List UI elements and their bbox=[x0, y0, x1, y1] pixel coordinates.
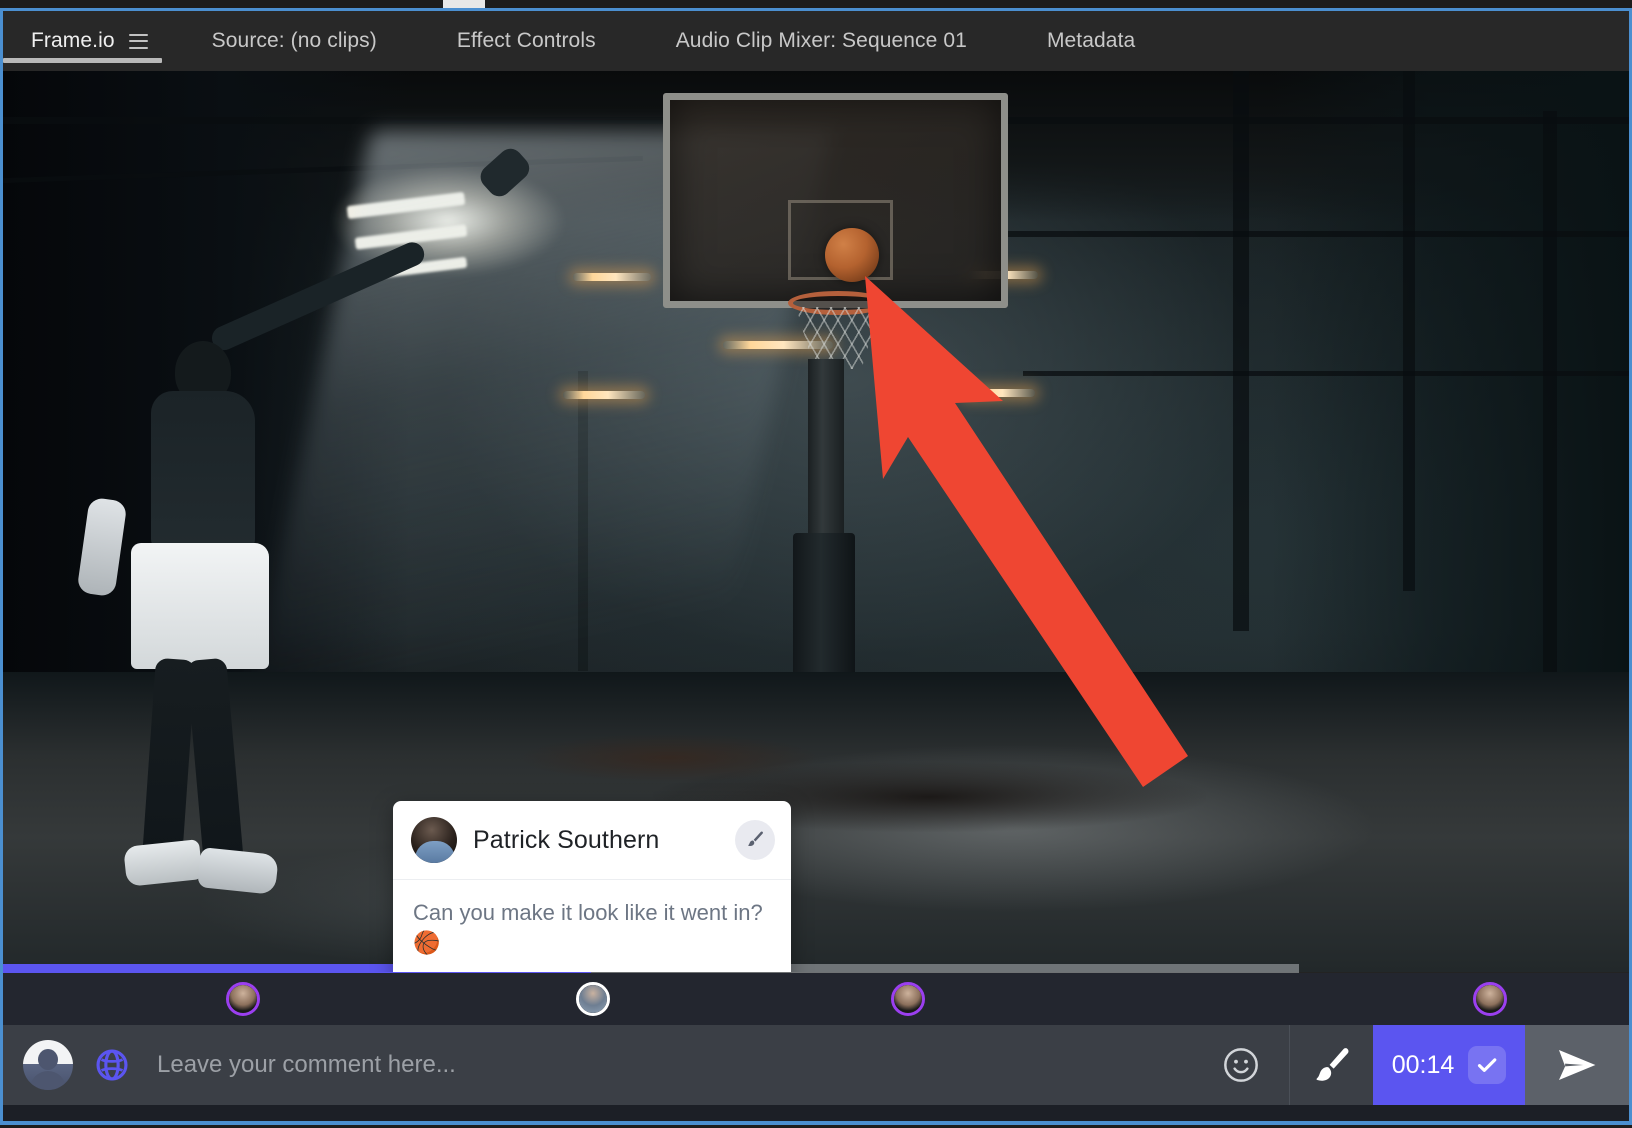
panel-tab-bar: Frame.io Source: (no clips) Effect Contr… bbox=[3, 11, 1629, 71]
panel-bottom-rail bbox=[3, 1105, 1629, 1121]
scene-player-shoe bbox=[123, 839, 203, 887]
comment-marker-active[interactable] bbox=[576, 982, 610, 1016]
scene-column bbox=[578, 371, 588, 671]
comment-marker[interactable] bbox=[226, 982, 260, 1016]
scene-player-armband bbox=[76, 496, 128, 598]
scene-floor-stain bbox=[523, 734, 816, 782]
globe-icon[interactable] bbox=[93, 1046, 131, 1084]
avatar bbox=[229, 985, 257, 1013]
hamburger-icon[interactable] bbox=[128, 33, 148, 49]
avatar bbox=[894, 985, 922, 1013]
video-viewer[interactable]: Patrick Southern Can you make it look li… bbox=[3, 71, 1629, 972]
scene-hoop-pole bbox=[808, 359, 844, 539]
comment-popup-header: Patrick Southern bbox=[393, 801, 791, 880]
scene-rafter bbox=[1023, 371, 1629, 376]
send-paper-plane-icon bbox=[1558, 1050, 1596, 1080]
comment-compose-bar: 00:14 bbox=[3, 1025, 1629, 1105]
avatar[interactable] bbox=[23, 1040, 73, 1090]
scene-player-torso bbox=[151, 391, 255, 551]
tab-frameio-label: Frame.io bbox=[31, 29, 115, 52]
scene-column bbox=[1543, 111, 1557, 711]
comment-popup[interactable]: Patrick Southern Can you make it look li… bbox=[393, 801, 791, 972]
scene-player-leg bbox=[186, 657, 244, 867]
tab-effect-controls-label: Effect Controls bbox=[456, 29, 596, 52]
frameio-panel-window: Frame.io Source: (no clips) Effect Contr… bbox=[0, 0, 1632, 1128]
annotation-brush-button[interactable] bbox=[1289, 1025, 1373, 1105]
scene-strip-light bbox=[573, 273, 651, 281]
tab-source-label: Source: (no clips) bbox=[211, 29, 377, 52]
avatar bbox=[411, 817, 457, 863]
comment-marker[interactable] bbox=[891, 982, 925, 1016]
scene-basketball bbox=[825, 228, 879, 282]
scene-strip-light bbox=[563, 391, 645, 399]
comment-input[interactable] bbox=[157, 1051, 1221, 1079]
avatar bbox=[1476, 985, 1504, 1013]
comment-body-text: Can you make it look like it went in? 🏀 bbox=[413, 900, 763, 955]
tab-frameio[interactable]: Frame.io bbox=[3, 11, 172, 71]
tab-metadata-label: Metadata bbox=[1046, 29, 1136, 52]
timestamp-badge[interactable]: 00:14 bbox=[1373, 1025, 1525, 1105]
scene-column bbox=[1403, 71, 1415, 591]
tab-audio-clip-mixer-label: Audio Clip Mixer: Sequence 01 bbox=[675, 29, 967, 52]
emoji-glyph bbox=[1224, 1048, 1258, 1082]
scene-strip-light bbox=[963, 389, 1035, 397]
emoji-smiley-icon[interactable] bbox=[1221, 1045, 1261, 1085]
scene-player-shoe bbox=[197, 847, 279, 895]
brush-icon bbox=[1316, 1048, 1348, 1081]
comment-marker-strip[interactable] bbox=[3, 973, 1629, 1025]
tab-source[interactable]: Source: (no clips) bbox=[172, 11, 417, 71]
tab-metadata[interactable]: Metadata bbox=[1007, 11, 1175, 71]
tab-audio-clip-mixer[interactable]: Audio Clip Mixer: Sequence 01 bbox=[636, 11, 1007, 71]
video-frame: Patrick Southern Can you make it look li… bbox=[3, 71, 1629, 972]
scene-column bbox=[1233, 71, 1249, 631]
globe-glyph bbox=[96, 1049, 128, 1081]
check-glyph bbox=[1478, 1058, 1497, 1072]
tab-effect-controls[interactable]: Effect Controls bbox=[417, 11, 636, 71]
comment-author-name: Patrick Southern bbox=[473, 825, 660, 854]
send-button[interactable] bbox=[1525, 1025, 1629, 1105]
avatar bbox=[579, 985, 607, 1013]
checkmark-icon[interactable] bbox=[1468, 1046, 1507, 1084]
frameio-panel: Frame.io Source: (no clips) Effect Contr… bbox=[0, 8, 1632, 1125]
scene-rafter bbox=[1003, 231, 1629, 237]
brush-glyph bbox=[748, 831, 763, 846]
scene-player-shorts bbox=[131, 543, 269, 669]
brush-icon[interactable] bbox=[735, 820, 775, 860]
comment-marker[interactable] bbox=[1473, 982, 1507, 1016]
timestamp-label: 00:14 bbox=[1391, 1050, 1455, 1079]
